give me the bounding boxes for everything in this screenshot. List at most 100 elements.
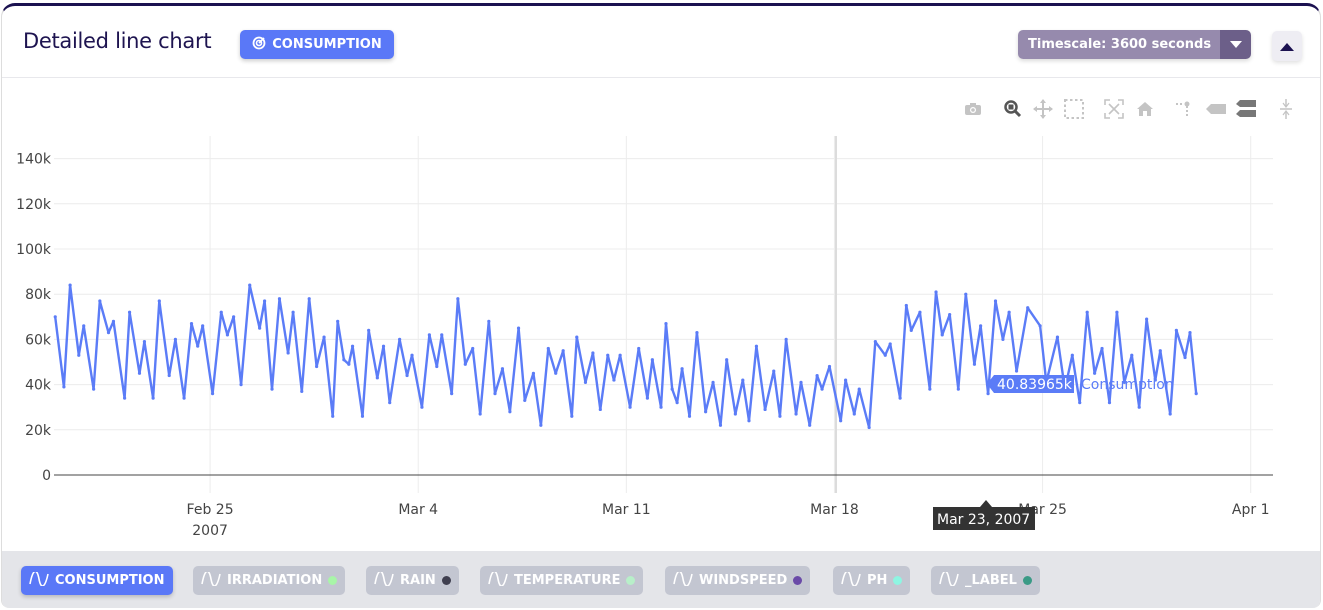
data-point: [225, 333, 230, 337]
legend-item-windspeed[interactable]: WINDSPEED: [665, 566, 811, 595]
data-point: [508, 410, 512, 414]
wave-icon: [488, 570, 508, 590]
legend-label: RAIN: [400, 573, 436, 588]
data-point: [350, 344, 355, 348]
data-point: [1001, 337, 1005, 341]
wave-icon: [201, 570, 221, 590]
data-point: [704, 410, 708, 414]
data-point: [815, 373, 819, 378]
data-point: [687, 414, 692, 418]
data-point: [628, 405, 632, 409]
data-point: [725, 358, 729, 362]
data-point: [1014, 369, 1019, 373]
data-point: [347, 362, 351, 366]
series-legend: CONSUMPTION IRRADIATION RAIN TEMPERATURE WIN…: [2, 551, 1320, 608]
data-point: [375, 376, 379, 380]
data-point: [820, 387, 824, 391]
data-point: [711, 380, 715, 384]
data-point: [270, 387, 274, 391]
data-point: [523, 398, 527, 403]
data-point: [986, 392, 990, 396]
data-point: [827, 364, 832, 369]
data-point: [381, 344, 386, 348]
data-point: [618, 353, 622, 357]
data-point: [979, 324, 983, 328]
legend-item-consumption[interactable]: CONSUMPTION: [21, 566, 173, 595]
line-chart[interactable]: 0 20k 40k 60k 80k 100k 120k 140k Feb 25 2007 Mar 4…: [1, 3, 1321, 548]
x-tick-label: Apr 1: [1232, 502, 1270, 518]
wave-icon: [673, 570, 693, 590]
y-tick-label: 60k: [25, 332, 52, 348]
y-tick-label: 120k: [16, 197, 52, 213]
data-point: [315, 364, 319, 369]
data-point: [196, 344, 200, 348]
data-point: [336, 319, 340, 323]
legend-item-label[interactable]: _LABEL: [931, 566, 1040, 595]
data-point: [516, 326, 521, 330]
x-tick-label: Mar 11: [602, 502, 651, 518]
data-point: [77, 353, 81, 357]
data-point: [733, 412, 737, 416]
data-point: [1168, 412, 1172, 416]
chart-card: Detailed line chart CONSUMPTION Timescal…: [1, 3, 1321, 608]
data-point: [784, 337, 788, 341]
data-point: [993, 299, 998, 303]
data-point: [1078, 401, 1082, 405]
data-point: [1158, 349, 1162, 353]
data-point: [189, 321, 194, 326]
data-point: [948, 312, 952, 317]
data-point: [262, 299, 267, 303]
data-point: [918, 310, 922, 314]
data-point: [844, 378, 848, 382]
series-color-dot: [893, 576, 903, 585]
data-point: [867, 425, 871, 430]
wave-icon: [841, 570, 861, 590]
hover-series: Consumption: [1081, 377, 1174, 393]
y-tick-label: 140k: [16, 152, 52, 168]
legend-label: WINDSPEED: [699, 573, 788, 588]
legend-item-temperature[interactable]: TEMPERATURE: [480, 566, 644, 595]
data-point: [360, 414, 365, 418]
data-point: [82, 324, 86, 328]
data-point: [888, 342, 892, 346]
data-point: [645, 396, 649, 400]
data-point: [1055, 335, 1060, 339]
data-point: [478, 412, 482, 416]
legend-item-rain[interactable]: RAIN: [366, 566, 459, 595]
data-point: [111, 319, 116, 323]
data-point: [680, 367, 684, 371]
data-point: [1038, 324, 1042, 328]
data-point: [972, 362, 977, 366]
data-point: [898, 396, 902, 400]
data-point: [808, 423, 812, 427]
data-point: [463, 362, 467, 366]
x-tick-label: Mar 18: [810, 502, 859, 518]
x-tick-label: Mar 4: [398, 502, 438, 518]
data-point: [754, 344, 759, 348]
x-tick-label: Feb 25: [187, 502, 234, 518]
data-point: [1026, 306, 1030, 310]
data-point: [435, 364, 439, 369]
data-point: [695, 331, 699, 335]
data-point: [277, 297, 282, 301]
data-point: [964, 292, 968, 296]
data-point: [1107, 401, 1112, 405]
data-point: [664, 321, 668, 326]
data-point: [1100, 346, 1104, 351]
legend-label: PH: [867, 573, 888, 588]
legend-label: _LABEL: [965, 573, 1017, 588]
wave-icon: [374, 570, 394, 590]
data-point: [291, 310, 295, 314]
data-point: [1070, 353, 1074, 357]
data-point: [1194, 392, 1198, 396]
data-point: [1007, 310, 1011, 314]
data-point: [1188, 331, 1192, 335]
data-point: [388, 401, 392, 405]
data-point: [487, 319, 491, 323]
data-point: [857, 387, 861, 391]
legend-item-irradiation[interactable]: IRRADIATION: [193, 566, 346, 595]
data-point: [637, 346, 641, 351]
legend-item-ph[interactable]: PH: [833, 566, 911, 595]
data-point: [322, 335, 326, 339]
data-point: [1130, 353, 1134, 357]
